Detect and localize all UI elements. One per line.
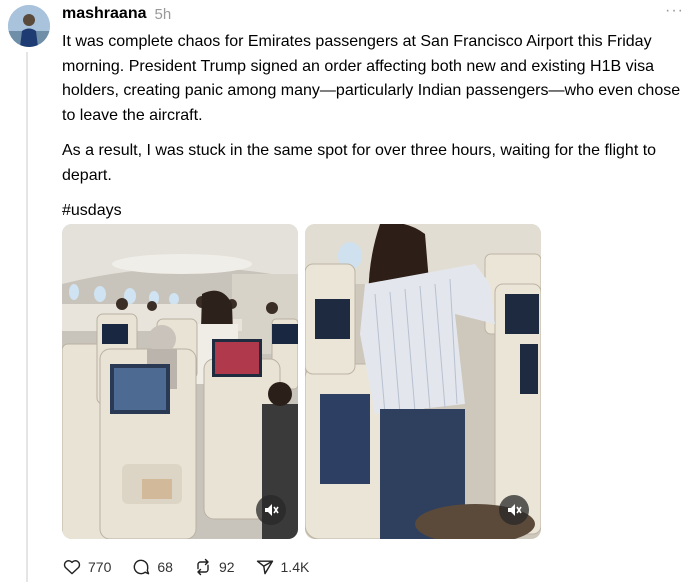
post-header: mashraana 5h ··· <box>62 2 684 24</box>
heart-icon <box>63 560 81 575</box>
timestamp[interactable]: 5h <box>155 6 172 23</box>
mute-icon[interactable] <box>499 495 529 525</box>
repost-count: 92 <box>218 559 235 575</box>
more-icon[interactable]: ··· <box>665 2 684 20</box>
post-paragraph: It was complete chaos for Emirates passe… <box>62 33 681 124</box>
share-icon <box>256 560 273 575</box>
username[interactable]: mashraana <box>62 5 147 23</box>
comment-icon <box>133 559 150 575</box>
like-button[interactable]: 770 <box>62 557 111 577</box>
action-bar: 770 68 92 1.4K <box>62 555 329 579</box>
hashtag[interactable]: #usdays <box>62 199 682 224</box>
share-count: 1.4K <box>280 559 310 575</box>
post-paragraph: As a result, I was stuck in the same spo… <box>62 142 657 184</box>
like-count: 770 <box>88 559 112 575</box>
mute-icon[interactable] <box>256 495 286 525</box>
repost-button[interactable]: 92 <box>193 557 235 577</box>
media-image-1[interactable] <box>62 224 298 539</box>
reply-button[interactable]: 68 <box>131 557 173 577</box>
post-body: It was complete chaos for Emirates passe… <box>62 30 682 235</box>
thread-line <box>26 52 28 582</box>
media-image-2[interactable] <box>305 224 541 539</box>
share-button[interactable]: 1.4K <box>255 557 310 577</box>
avatar[interactable] <box>8 5 50 47</box>
repost-icon <box>197 558 209 576</box>
reply-count: 68 <box>157 559 173 575</box>
